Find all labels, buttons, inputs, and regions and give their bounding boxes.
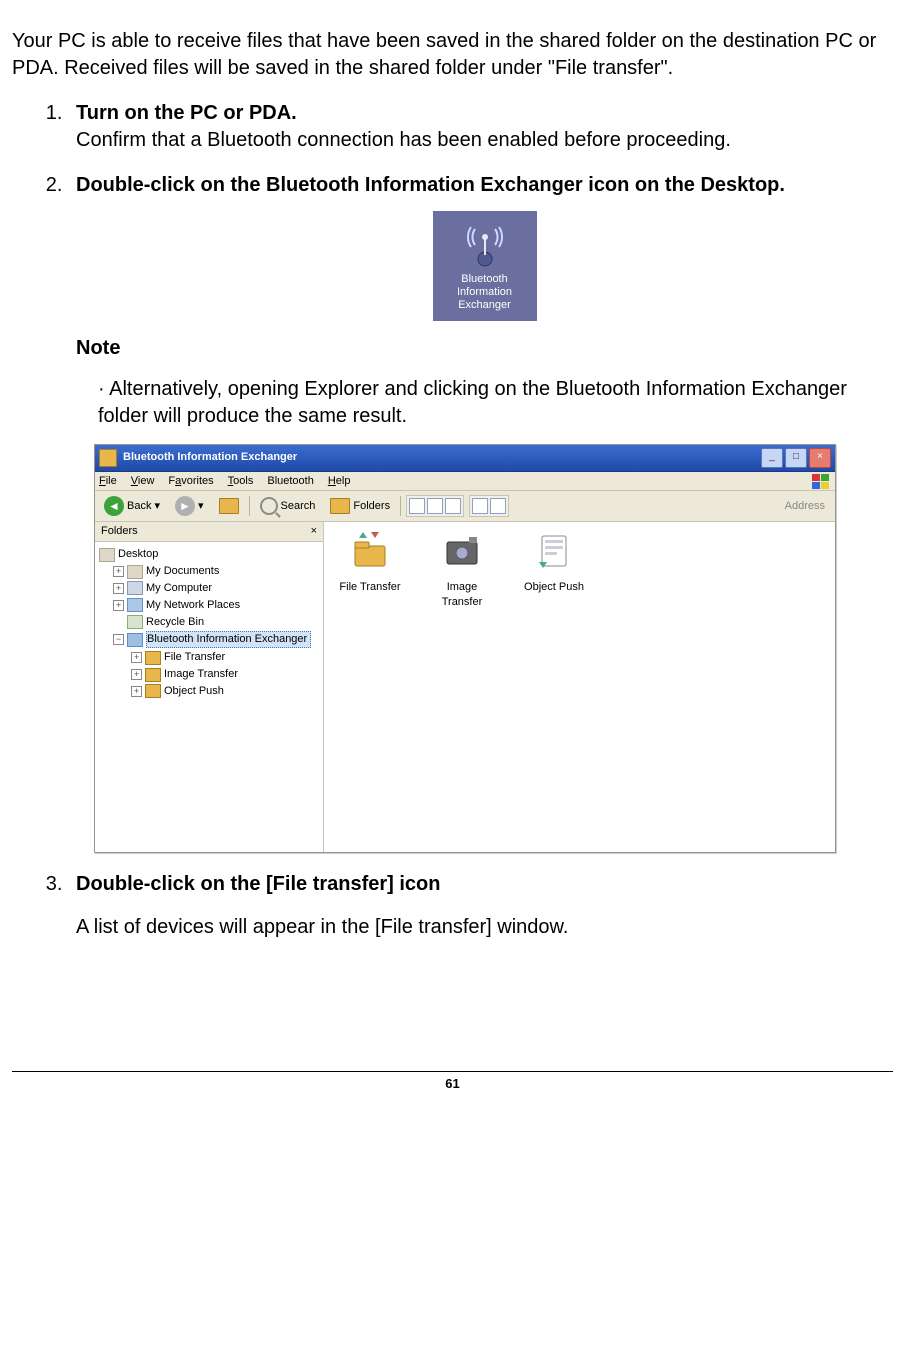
windows-flag-icon xyxy=(811,473,831,491)
tree-item-desktop[interactable]: Desktop xyxy=(99,546,319,563)
forward-button[interactable]: ► ▾ xyxy=(170,494,209,518)
view-mode-icon xyxy=(490,498,506,514)
folder-icon xyxy=(145,651,161,665)
desktop-icon-label-1: Bluetooth xyxy=(437,273,533,286)
tree-item-documents[interactable]: +My Documents xyxy=(113,563,319,580)
expand-icon[interactable]: + xyxy=(131,686,142,697)
separator xyxy=(249,496,250,516)
toolbar: ◄ Back ▾ ► ▾ Search Folders xyxy=(95,491,835,522)
step-1-text: Confirm that a Bluetooth connection has … xyxy=(76,129,731,151)
object-push-icon xyxy=(533,530,575,572)
titlebar: Bluetooth Information Exchanger _ □ × xyxy=(95,445,835,472)
tree-item-file-transfer[interactable]: +File Transfer xyxy=(131,649,319,666)
window-title: Bluetooth Information Exchanger xyxy=(123,450,761,465)
address-label: Address xyxy=(779,499,831,514)
view-mode-icon xyxy=(472,498,488,514)
folders-button[interactable]: Folders xyxy=(325,496,395,516)
titlebar-folder-icon xyxy=(99,449,117,467)
close-button[interactable]: × xyxy=(809,448,831,468)
separator xyxy=(400,496,401,516)
page-number: 61 xyxy=(12,1071,893,1093)
note-bullet: · xyxy=(98,378,109,400)
step-1: Turn on the PC or PDA. Confirm that a Bl… xyxy=(68,100,893,154)
step-2-title: Double-click on the Bluetooth Informatio… xyxy=(76,174,785,196)
menubar: File View Favorites Tools Bluetooth Help xyxy=(95,472,835,492)
expand-icon[interactable]: + xyxy=(131,669,142,680)
sidebar-heading: Folders xyxy=(101,524,138,539)
menu-tools[interactable]: Tools xyxy=(228,474,254,489)
content-item-file-transfer[interactable]: File Transfer xyxy=(336,530,404,595)
step-3-title: Double-click on the [File transfer] icon xyxy=(76,873,441,895)
folders-sidebar: Folders × Desktop +My Documents +My Comp… xyxy=(95,522,324,852)
content-pane: File Transfer Image Transfer xyxy=(324,522,835,852)
search-icon xyxy=(260,497,278,515)
folders-icon xyxy=(330,498,350,514)
content-item-object-push[interactable]: Object Push xyxy=(520,530,588,595)
back-arrow-icon: ◄ xyxy=(104,496,124,516)
forward-arrow-icon: ► xyxy=(175,496,195,516)
expand-icon[interactable]: + xyxy=(113,566,124,577)
note-heading: Note xyxy=(76,335,893,362)
step-list: Turn on the PC or PDA. Confirm that a Bl… xyxy=(12,100,893,941)
view-mode-icon xyxy=(409,498,425,514)
expand-icon[interactable]: + xyxy=(113,583,124,594)
search-button[interactable]: Search xyxy=(255,495,321,517)
content-item-image-transfer[interactable]: Image Transfer xyxy=(428,530,496,610)
network-icon xyxy=(127,598,143,612)
file-transfer-icon xyxy=(349,530,391,572)
menu-file[interactable]: File xyxy=(99,474,117,489)
step-2: Double-click on the Bluetooth Informatio… xyxy=(68,172,893,853)
view-mode-icon xyxy=(427,498,443,514)
menu-view[interactable]: View xyxy=(131,474,155,489)
tree-item-network[interactable]: +My Network Places xyxy=(113,597,319,614)
menu-help[interactable]: Help xyxy=(328,474,351,489)
folder-icon xyxy=(145,668,161,682)
expand-icon[interactable]: + xyxy=(131,652,142,663)
desktop-icon-label-2: Information xyxy=(437,286,533,299)
tree-item-image-transfer[interactable]: +Image Transfer xyxy=(131,666,319,683)
folder-icon xyxy=(127,565,143,579)
tree-item-recycle[interactable]: Recycle Bin xyxy=(113,614,319,631)
note-body: · Alternatively, opening Explorer and cl… xyxy=(76,376,893,430)
tree-item-object-push[interactable]: +Object Push xyxy=(131,683,319,700)
computer-icon xyxy=(127,581,143,595)
bluetooth-icon xyxy=(127,633,143,647)
antenna-icon xyxy=(459,217,511,269)
folder-up-icon xyxy=(219,498,239,514)
intro-paragraph: Your PC is able to receive files that ha… xyxy=(12,28,893,82)
step-1-title: Turn on the PC or PDA. xyxy=(76,102,297,124)
desktop-icon xyxy=(99,548,115,562)
tree-item-computer[interactable]: +My Computer xyxy=(113,580,319,597)
step-3-text: A list of devices will appear in the [Fi… xyxy=(76,914,893,941)
view-mode-buttons-2[interactable] xyxy=(469,495,509,517)
view-mode-icon xyxy=(445,498,461,514)
menu-bluetooth[interactable]: Bluetooth xyxy=(267,474,313,489)
recycle-bin-icon xyxy=(127,615,143,629)
folder-icon xyxy=(145,684,161,698)
back-button[interactable]: ◄ Back ▾ xyxy=(99,494,165,518)
up-button[interactable] xyxy=(214,496,244,516)
step-3: Double-click on the [File transfer] icon… xyxy=(68,871,893,941)
tree-item-bluetooth-exchanger[interactable]: −Bluetooth Information Exchanger xyxy=(113,630,319,649)
sidebar-close-button[interactable]: × xyxy=(311,524,317,539)
bluetooth-info-exchanger-desktop-icon[interactable]: Bluetooth Information Exchanger xyxy=(433,211,537,321)
explorer-window: Bluetooth Information Exchanger _ □ × Fi… xyxy=(94,444,836,854)
note-text: Alternatively, opening Explorer and clic… xyxy=(98,378,847,427)
expand-icon[interactable]: + xyxy=(113,600,124,611)
desktop-icon-label-3: Exchanger xyxy=(437,299,533,312)
maximize-button[interactable]: □ xyxy=(785,448,807,468)
minimize-button[interactable]: _ xyxy=(761,448,783,468)
folder-tree: Desktop +My Documents +My Computer +My N… xyxy=(95,542,323,852)
view-mode-buttons[interactable] xyxy=(406,495,464,517)
collapse-icon[interactable]: − xyxy=(113,634,124,645)
image-transfer-icon xyxy=(441,530,483,572)
menu-favorites[interactable]: Favorites xyxy=(168,474,213,489)
